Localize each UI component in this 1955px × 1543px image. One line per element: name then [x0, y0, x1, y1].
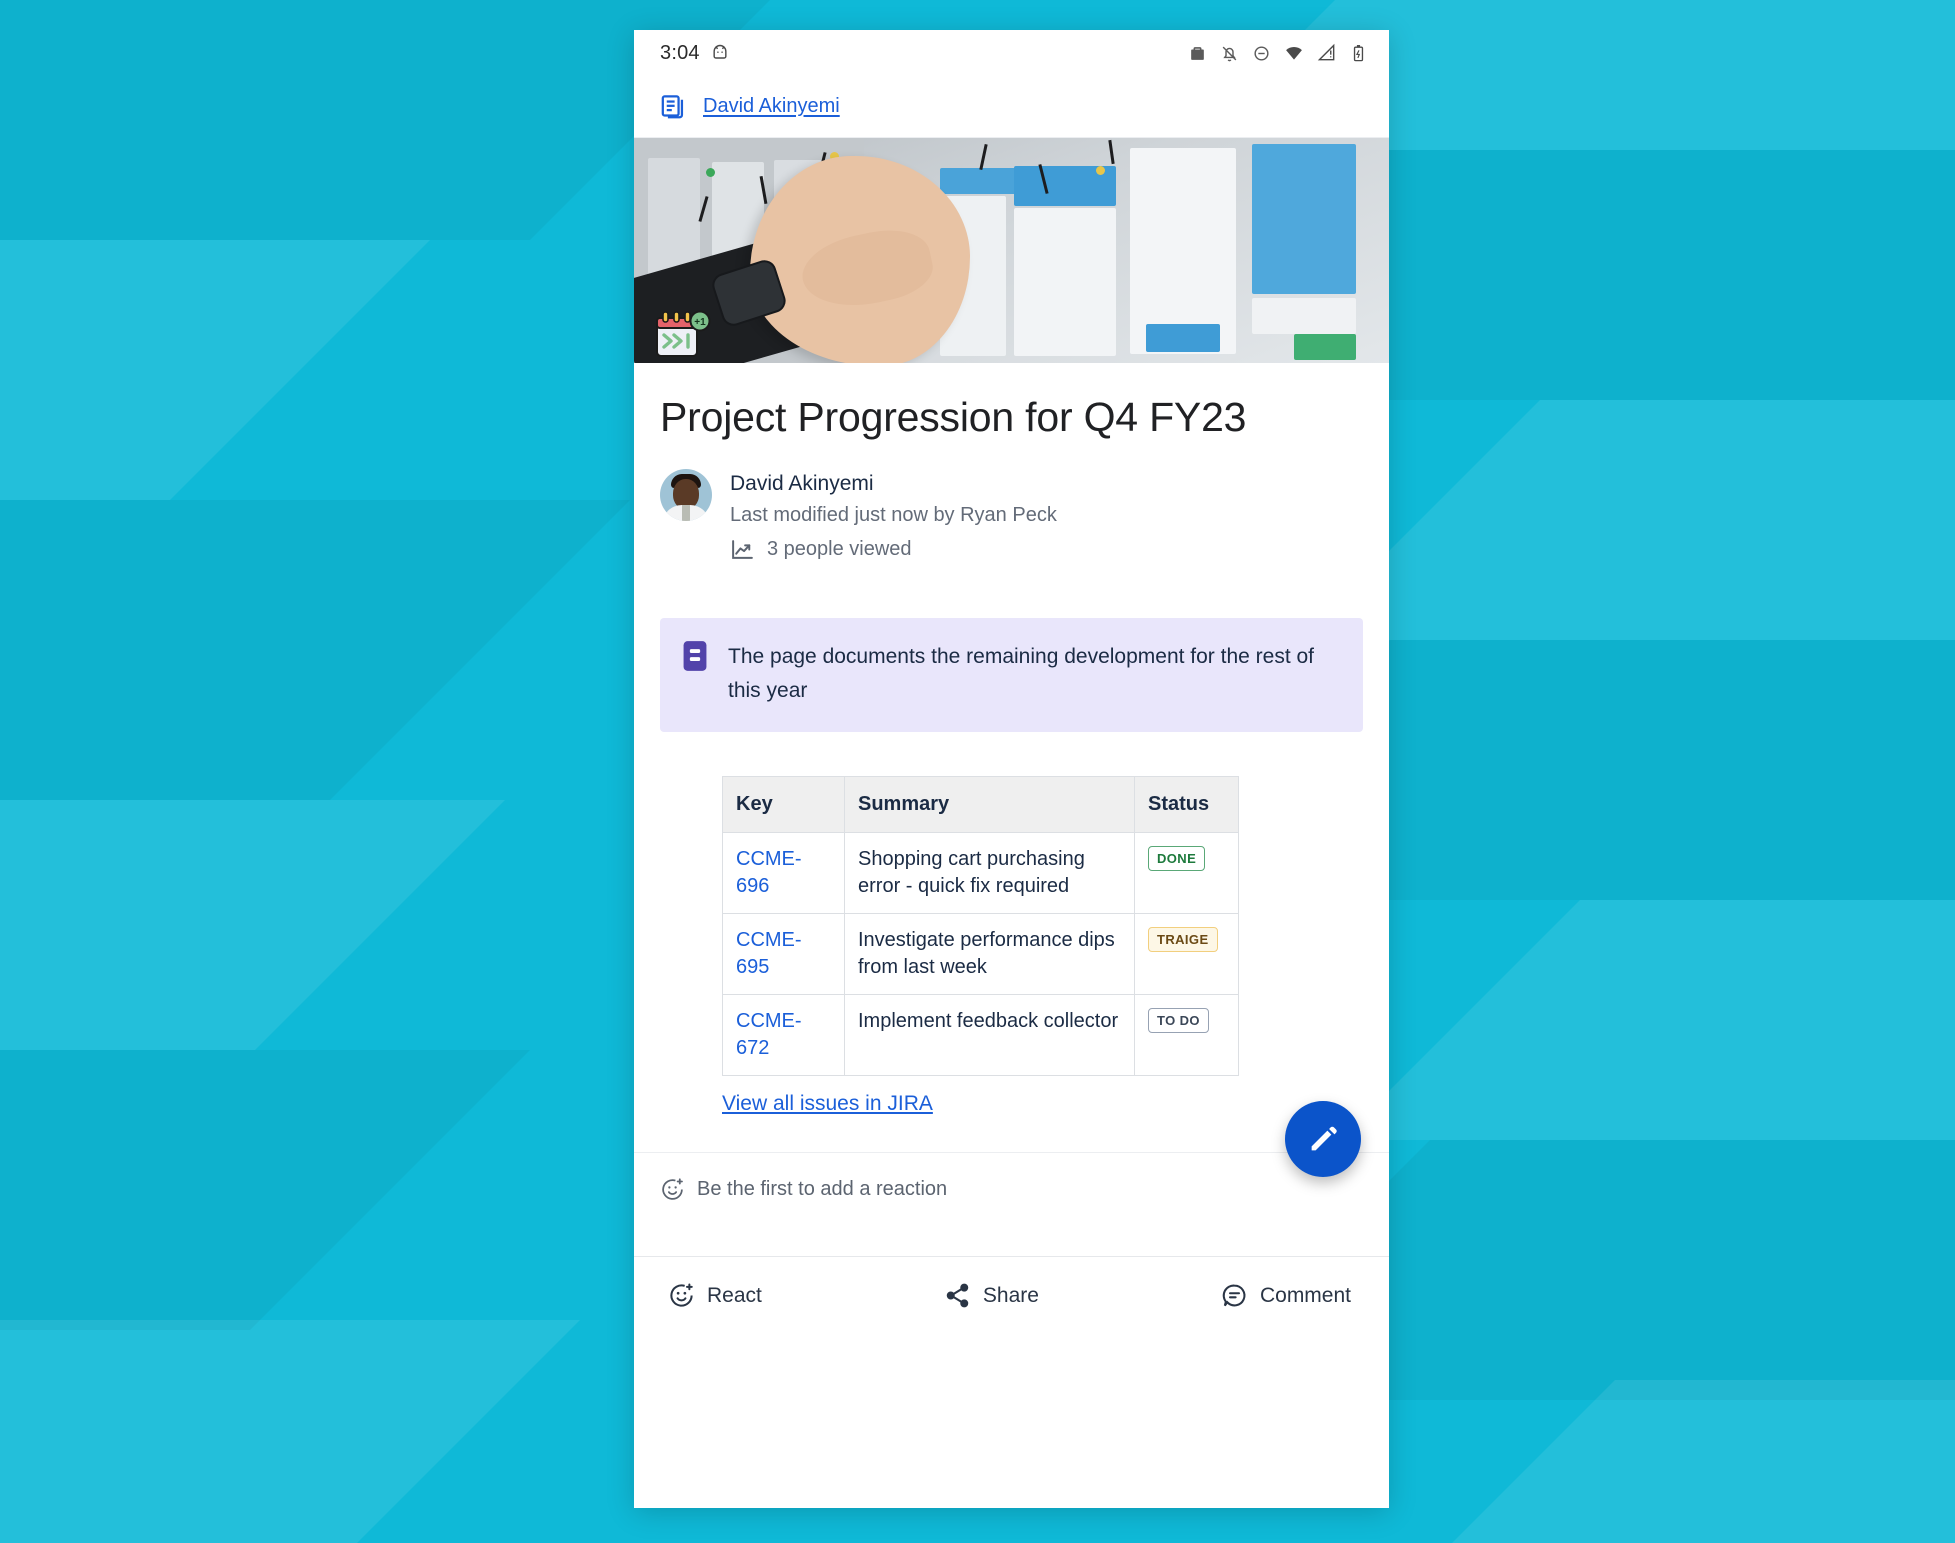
issue-status-cell: TO DO	[1134, 994, 1239, 1077]
table-row: CCME-695 Investigate performance dips fr…	[722, 913, 1239, 996]
clock: 3:04	[660, 41, 700, 64]
issue-key-cell[interactable]: CCME-672	[722, 994, 845, 1077]
notifications-muted-icon	[1222, 46, 1237, 61]
issues-table: Key Summary Status CCME-696 Shopping car…	[722, 776, 1239, 1077]
breadcrumb[interactable]: David Akinyemi	[634, 76, 1389, 138]
status-badge: TRAIGE	[1148, 927, 1218, 953]
comment-button[interactable]: Comment	[1217, 1276, 1355, 1315]
sprint-badge: +1	[655, 310, 711, 360]
author-name: David Akinyemi	[730, 472, 874, 496]
page-content: Project Progression for Q4 FY23 David Ak…	[634, 391, 1389, 1116]
status-bar: 3:04	[634, 30, 1389, 76]
pages-stack-icon	[661, 95, 684, 119]
viewers-count: 3 people viewed	[767, 538, 912, 561]
view-all-issues-link[interactable]: View all issues in JIRA	[722, 1092, 933, 1116]
issue-summary-text: Shopping cart purchasing error - quick f…	[858, 848, 1085, 898]
badge-count: +1	[694, 317, 706, 328]
share-nodes-icon	[946, 1284, 969, 1308]
share-button[interactable]: Share	[940, 1276, 1043, 1315]
column-header-key: Key	[722, 776, 845, 834]
react-label: React	[707, 1283, 762, 1307]
breadcrumb-link[interactable]: David Akinyemi	[703, 95, 840, 118]
status-bar-left: 3:04	[660, 42, 730, 65]
issue-summary-cell: Implement feedback collector	[844, 994, 1135, 1077]
trending-up-icon	[732, 540, 753, 560]
wifi-icon	[1286, 46, 1302, 60]
issues-table-head: Key Summary Status	[722, 776, 1239, 834]
byline: David Akinyemi Last modified just now by…	[660, 469, 1363, 562]
issue-summary-text: Implement feedback collector	[858, 1010, 1119, 1033]
reaction-label: Be the first to add a reaction	[697, 1178, 948, 1201]
action-bar: React Share Comment	[634, 1256, 1389, 1335]
status-badge: TO DO	[1148, 1008, 1209, 1034]
issue-key-link[interactable]: CCME-696	[736, 848, 802, 897]
comment-label: Comment	[1259, 1283, 1351, 1307]
do-not-disturb-icon	[1254, 45, 1269, 61]
issue-summary-cell: Investigate performance dips from last w…	[844, 913, 1135, 996]
share-label: Share	[982, 1283, 1039, 1307]
work-profile-briefcase-icon	[1191, 46, 1204, 60]
issue-key-link[interactable]: CCME-695	[736, 929, 802, 978]
issue-status-cell: TRAIGE	[1134, 913, 1239, 996]
table-row: CCME-672 Implement feedback collector TO…	[722, 994, 1239, 1077]
avatar	[660, 469, 712, 522]
add-reaction-icon	[670, 1283, 693, 1308]
reaction-strip[interactable]: Be the first to add a reaction	[634, 1101, 1389, 1226]
issue-key-cell[interactable]: CCME-695	[722, 913, 845, 996]
edit-fab-button[interactable]	[1285, 1101, 1361, 1178]
note-panel-icon	[683, 641, 707, 672]
issues-table-body: CCME-696 Shopping cart purchasing error …	[722, 832, 1239, 1077]
last-modified: Last modified just now by Ryan Peck	[730, 504, 1057, 527]
status-badge: DONE	[1148, 846, 1206, 872]
react-button[interactable]: React	[664, 1276, 766, 1315]
issue-summary-text: Investigate performance dips from last w…	[858, 929, 1115, 979]
add-reaction-icon	[662, 1178, 683, 1201]
cellular-signal-alert-icon	[1317, 43, 1335, 61]
issue-key-link[interactable]: CCME-672	[736, 1010, 802, 1059]
hero-photo	[634, 138, 1389, 363]
viewers-row[interactable]: 3 people viewed	[730, 537, 1057, 562]
table-header-row: Key Summary Status	[722, 776, 1239, 834]
info-panel: The page documents the remaining develop…	[660, 618, 1363, 733]
issue-key-cell[interactable]: CCME-696	[722, 832, 845, 915]
comment-bubble-icon	[1222, 1285, 1246, 1307]
issue-summary-cell: Shopping cart purchasing error - quick f…	[844, 832, 1135, 915]
android-robot-icon	[713, 44, 727, 59]
edit-pencil-icon	[1311, 1127, 1337, 1151]
hero-image: +1	[634, 138, 1389, 363]
battery-charging-icon	[1353, 44, 1364, 61]
byline-text: David Akinyemi Last modified just now by…	[730, 469, 1057, 562]
issues-section: Key Summary Status CCME-696 Shopping car…	[722, 776, 1363, 1116]
issue-status-cell: DONE	[1134, 832, 1239, 915]
column-header-status: Status	[1134, 776, 1239, 834]
phone-screen: 3:04 David Akinyemi +1 Project Progressi…	[634, 30, 1389, 1508]
page-title: Project Progression for Q4 FY23	[660, 394, 1247, 440]
info-panel-text: The page documents the remaining develop…	[728, 645, 1315, 703]
column-header-summary: Summary	[844, 776, 1135, 834]
table-row: CCME-696 Shopping cart purchasing error …	[722, 832, 1239, 915]
status-bar-right	[1188, 43, 1367, 63]
